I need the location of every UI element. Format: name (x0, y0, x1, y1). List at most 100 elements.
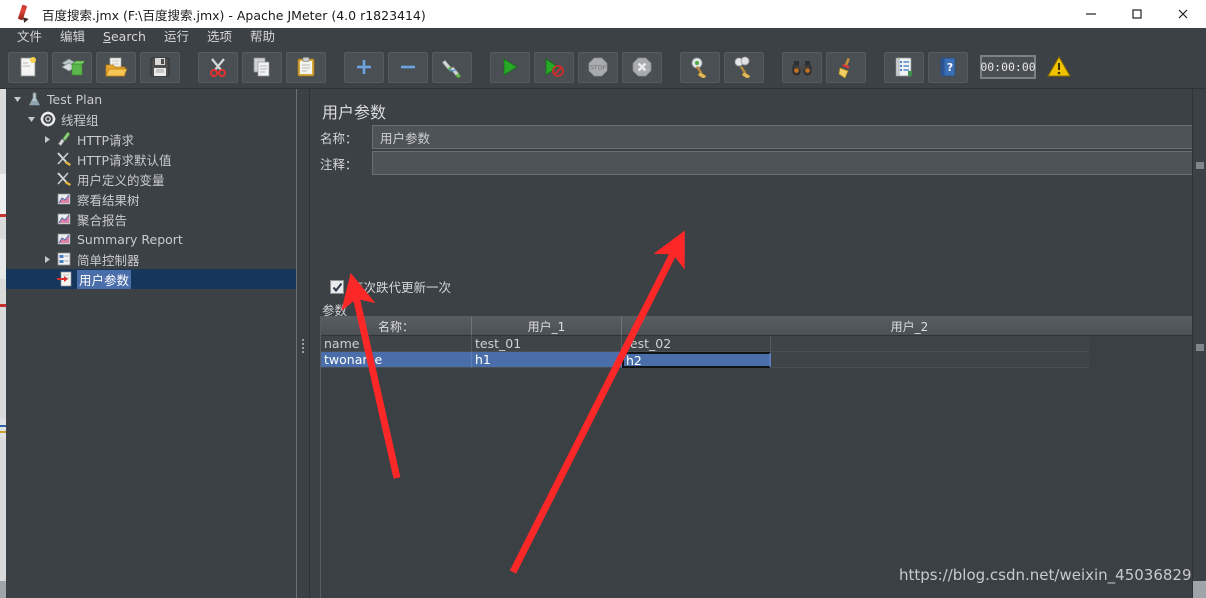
comment-input[interactable] (372, 151, 1196, 175)
window-controls (1068, 0, 1206, 28)
shutdown-button[interactable] (622, 51, 662, 83)
cell-user-2[interactable]: test_02 (622, 336, 771, 352)
name-field-row: 名称： 用户参数 (320, 125, 1196, 149)
help-button[interactable]: ? (928, 51, 968, 83)
floppy-save-icon (150, 57, 170, 77)
tree-node-test-plan[interactable]: Test Plan (6, 89, 296, 109)
table-row[interactable]: twoname h1 h2 (321, 352, 1091, 368)
elapsed-timer: 00:00:00 (980, 55, 1036, 79)
cell-user-1[interactable]: test_01 (472, 336, 622, 352)
copy-button[interactable] (242, 51, 282, 83)
green-play-icon (503, 58, 518, 76)
test-plan-icon (24, 92, 44, 107)
cell-filler (771, 336, 1089, 352)
name-input[interactable]: 用户参数 (372, 125, 1196, 149)
comment-label: 注释： (320, 156, 358, 172)
save-button[interactable] (140, 51, 180, 83)
collapse-all-button[interactable] (388, 51, 428, 83)
minimize-button[interactable] (1068, 0, 1114, 28)
tree-label: HTTP请求默认值 (77, 152, 172, 168)
start-no-pauses-button[interactable] (534, 51, 574, 83)
table-body: name test_01 test_02 twoname h1 h2 (321, 336, 1197, 368)
copy-pages-icon (253, 57, 270, 77)
test-plan-tree[interactable]: Test Plan 线程组 HTTP请求 HTTP请求默认值 用户定义的变量 察… (6, 89, 296, 598)
cell-name[interactable]: twoname (321, 352, 472, 368)
http-request-icon (54, 131, 74, 147)
close-button[interactable] (1160, 0, 1206, 28)
expand-toggle-down-icon[interactable] (24, 115, 38, 124)
cell-user-2-editor[interactable]: h2 (622, 352, 771, 368)
menu-run[interactable]: 运行 (155, 28, 198, 46)
clear-button[interactable] (680, 51, 720, 83)
panel-splitter[interactable] (296, 89, 310, 598)
stop-button[interactable]: STOP (578, 51, 618, 83)
clipboard-paste-icon (297, 57, 315, 77)
tree-label: 察看结果树 (77, 192, 140, 208)
menu-help[interactable]: 帮助 (241, 28, 284, 46)
start-button[interactable] (490, 51, 530, 83)
menu-edit[interactable]: 编辑 (51, 28, 94, 46)
comment-field-row: 注释： (320, 151, 1196, 175)
window-right-edge[interactable] (1192, 89, 1206, 598)
tree-node-thread-group[interactable]: 线程组 (6, 109, 296, 129)
stop-sign-icon: STOP (588, 57, 608, 77)
parameters-table[interactable]: 名称： 用户_1 用户_2 name test_01 test_02 twona… (320, 316, 1198, 598)
tree-label: 简单控制器 (77, 252, 140, 268)
expand-toggle-right-icon[interactable] (40, 255, 54, 264)
expand-toggle-down-icon[interactable] (10, 95, 24, 104)
cell-name[interactable]: name (321, 336, 472, 352)
search-button[interactable] (782, 51, 822, 83)
page-title: 用户参数 (322, 103, 387, 122)
menu-search[interactable]: Search (94, 28, 155, 46)
listener-chart-icon (54, 231, 74, 247)
table-header-name[interactable]: 名称： (321, 317, 472, 336)
window-title: 百度搜索.jmx (F:\百度搜索.jmx) - Apache JMeter (… (42, 7, 426, 23)
cell-user-1[interactable]: h1 (472, 352, 622, 368)
reset-search-button[interactable] (826, 51, 866, 83)
tree-node-view-results-tree[interactable]: 察看结果树 (6, 189, 296, 209)
table-header-row: 名称： 用户_1 用户_2 (321, 317, 1197, 336)
open-button[interactable] (96, 51, 136, 83)
menu-file[interactable]: 文件 (8, 28, 51, 46)
tree-label: HTTP请求 (77, 132, 134, 148)
update-once-label: 每次跌代更新一次 (351, 280, 452, 295)
tree-node-aggregate-report[interactable]: 聚合报告 (6, 209, 296, 229)
tree-label: 用户参数 (77, 269, 132, 289)
menu-search-rest: earch (110, 29, 146, 44)
warning-triangle-icon[interactable] (1046, 54, 1072, 80)
watermark-url: https://blog.csdn.net/weixin_45036829 (899, 566, 1192, 584)
menu-options[interactable]: 选项 (198, 28, 241, 46)
table-header-user-2[interactable]: 用户_2 (622, 317, 1197, 336)
checkmark-icon (332, 282, 343, 292)
tree-node-user-parameters[interactable]: 用户参数 (6, 269, 296, 289)
table-row[interactable]: name test_01 test_02 (321, 336, 1091, 352)
splitter-grip[interactable] (300, 337, 306, 361)
maximize-button[interactable] (1114, 0, 1160, 28)
paste-button[interactable] (286, 51, 326, 83)
cut-button[interactable] (198, 51, 238, 83)
expand-all-button[interactable] (344, 51, 384, 83)
templates-icon (61, 58, 84, 76)
window-titlebar: 百度搜索.jmx (F:\百度搜索.jmx) - Apache JMeter (… (0, 0, 1206, 28)
yellow-broom-icon (838, 57, 850, 78)
templates-button[interactable] (52, 51, 92, 83)
new-button[interactable] (8, 51, 48, 83)
function-helper-button[interactable] (884, 51, 924, 83)
toolbar: STOP ? 00:00:00 (0, 46, 1206, 89)
toggle-button[interactable] (432, 51, 472, 83)
tree-label: 用户定义的变量 (77, 172, 165, 188)
config-tools-icon (54, 151, 74, 167)
tree-node-user-defined-vars[interactable]: 用户定义的变量 (6, 169, 296, 189)
table-header-user-1[interactable]: 用户_1 (472, 317, 622, 336)
tree-node-http-defaults[interactable]: HTTP请求默认值 (6, 149, 296, 169)
expand-toggle-right-icon[interactable] (40, 135, 54, 144)
clear-all-button[interactable] (724, 51, 764, 83)
update-once-checkbox[interactable] (330, 279, 344, 294)
notebook-list-icon (895, 57, 912, 77)
tree-node-summary-report[interactable]: Summary Report (6, 229, 296, 249)
binoculars-icon (792, 61, 812, 76)
tree-node-http-request[interactable]: HTTP请求 (6, 129, 296, 149)
name-label: 名称： (320, 130, 358, 146)
tree-node-simple-controller[interactable]: 简单控制器 (6, 249, 296, 269)
update-once-row[interactable]: 每次跌代更新一次 (330, 277, 451, 296)
